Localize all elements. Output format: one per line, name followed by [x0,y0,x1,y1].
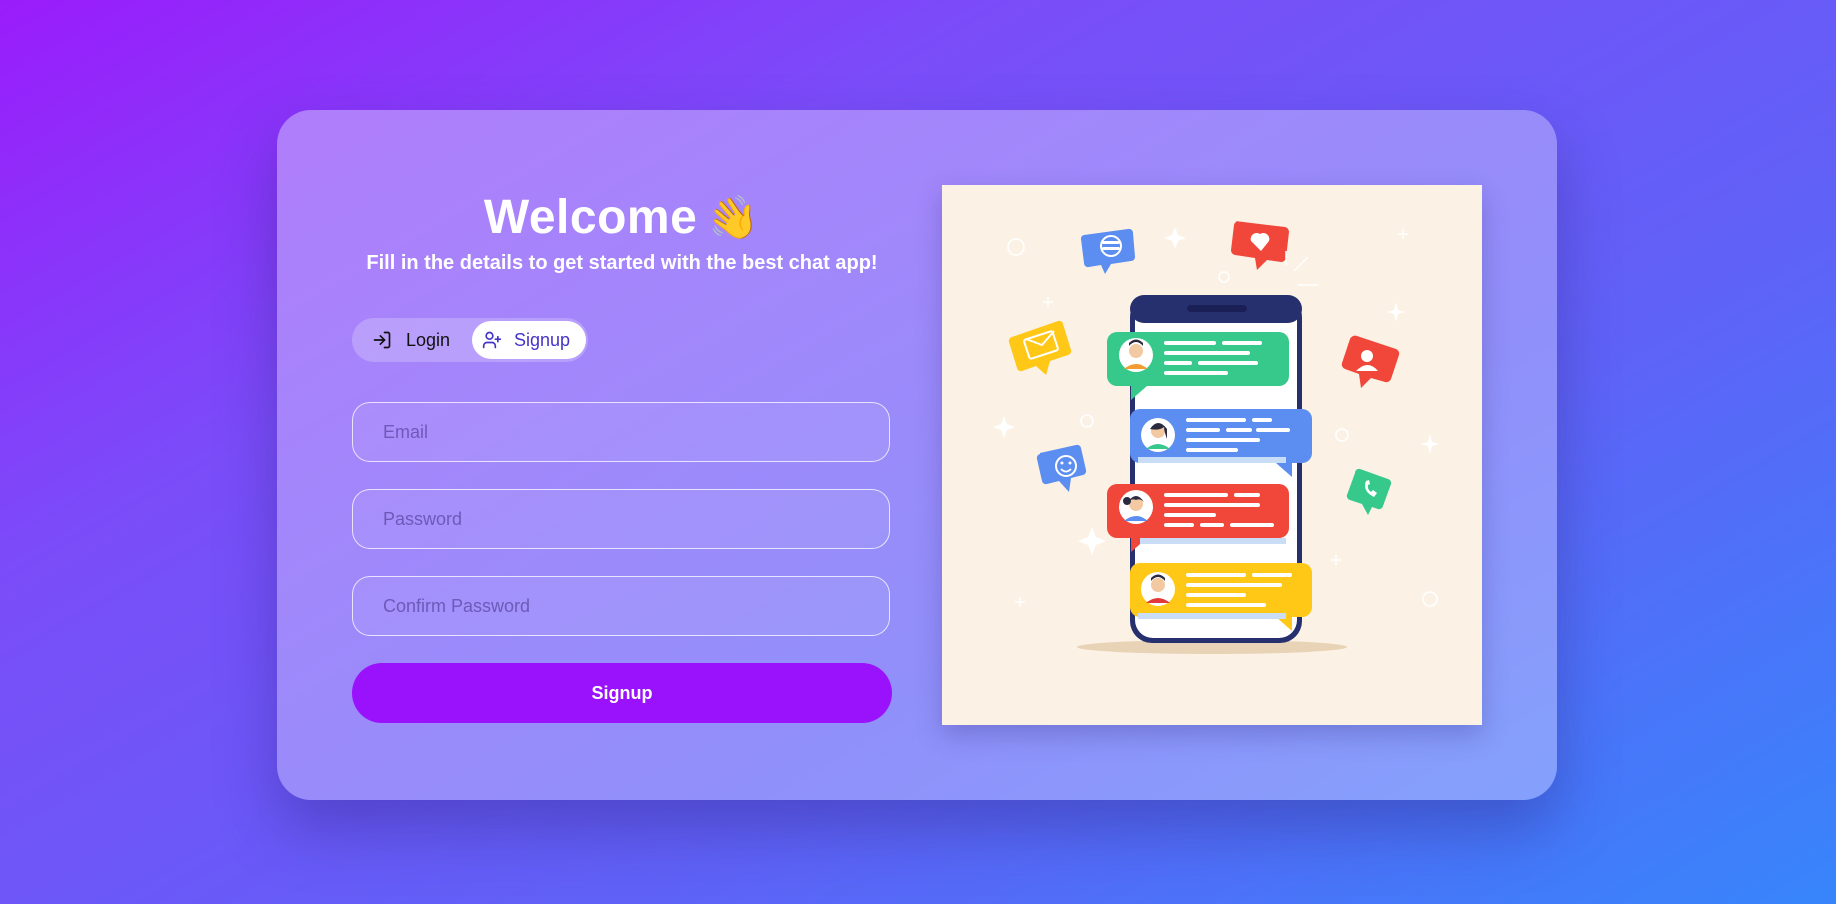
message-icon [1080,228,1135,274]
confirm-password-field[interactable] [353,577,889,635]
auth-card: Welcome 👋 Fill in the details to get star… [277,110,1557,800]
tab-signup[interactable]: Signup [472,321,586,359]
auth-tabs: Login Signup [352,318,588,362]
envelope-icon [1008,320,1072,375]
confirm-password-field-wrapper [352,576,890,636]
chat-bubble-red [1107,484,1289,552]
user-icon [1341,335,1400,388]
auth-panel: Welcome 👋 Fill in the details to get star… [352,110,892,800]
email-field-wrapper [352,402,890,462]
tab-signup-label: Signup [514,329,571,350]
phone-chat-illustration [993,220,1440,654]
tab-login-label: Login [406,329,451,350]
heart-icon [1230,220,1290,270]
welcome-title: Welcome [483,191,698,244]
welcome-subtitle: Fill in the details to get started with … [366,252,878,274]
login-icon [372,330,392,350]
chat-illustration [942,185,1482,725]
phone-icon [1346,468,1392,515]
user-plus-icon [482,330,502,350]
signup-button[interactable]: Signup [352,663,892,723]
email-field[interactable] [353,403,889,461]
smiley-icon [1036,444,1087,492]
password-field-wrapper [352,489,890,549]
tab-login[interactable]: Login [356,321,466,359]
password-field[interactable] [353,490,889,548]
wave-emoji-icon: 👋 [703,189,764,248]
page-title: Welcome 👋 [352,190,892,247]
